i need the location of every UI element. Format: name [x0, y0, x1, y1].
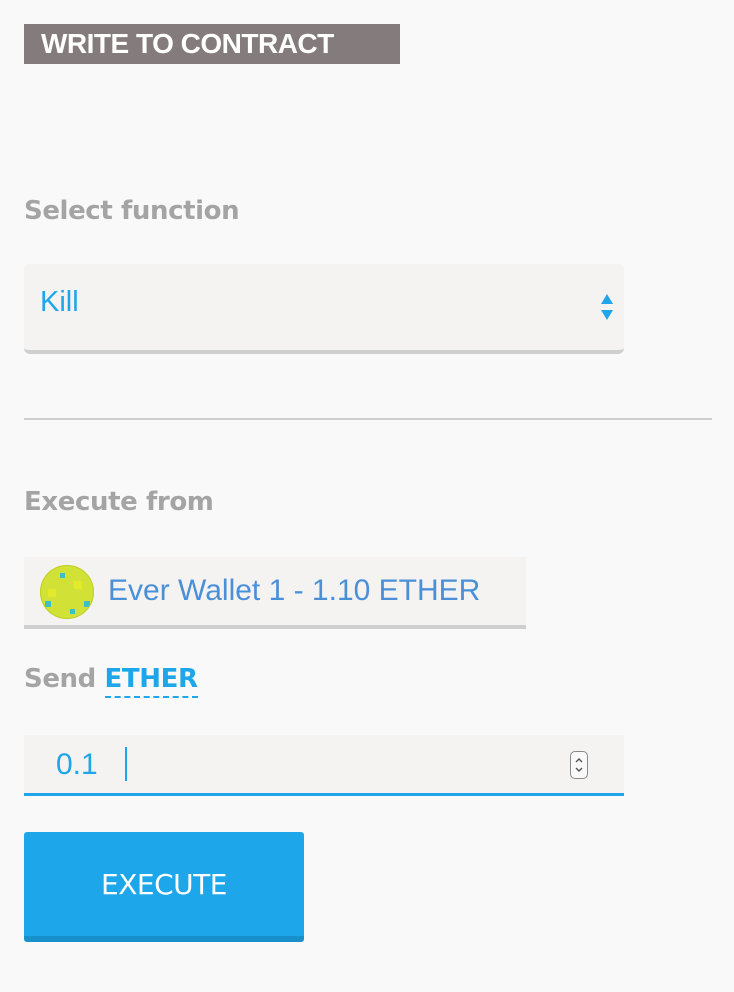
amount-input[interactable]: [56, 745, 556, 785]
account-identicon-icon: [40, 565, 94, 619]
function-select[interactable]: Kill: [24, 264, 624, 354]
stepper-arrows-icon: [575, 758, 583, 772]
divider: [24, 418, 712, 420]
section-title: WRITE TO CONTRACT: [24, 24, 400, 64]
write-contract-panel: WRITE TO CONTRACT Select function Kill E…: [0, 0, 734, 992]
text-caret: [125, 747, 127, 781]
execute-button[interactable]: EXECUTE: [24, 832, 304, 942]
send-label: Send: [24, 664, 96, 694]
account-select[interactable]: Ever Wallet 1 - 1.10 ETHER: [24, 557, 526, 629]
send-unit-toggle[interactable]: ETHER: [104, 664, 198, 698]
execute-from-label: Execute from: [24, 487, 214, 517]
function-select-value: Kill: [40, 286, 79, 318]
amount-stepper[interactable]: [570, 751, 588, 779]
account-label: Ever Wallet 1 - 1.10 ETHER: [108, 574, 481, 607]
select-arrows-icon: [601, 294, 613, 320]
amount-field[interactable]: [24, 735, 624, 796]
send-label-row: Send ETHER: [24, 664, 198, 698]
select-function-label: Select function: [24, 196, 240, 226]
